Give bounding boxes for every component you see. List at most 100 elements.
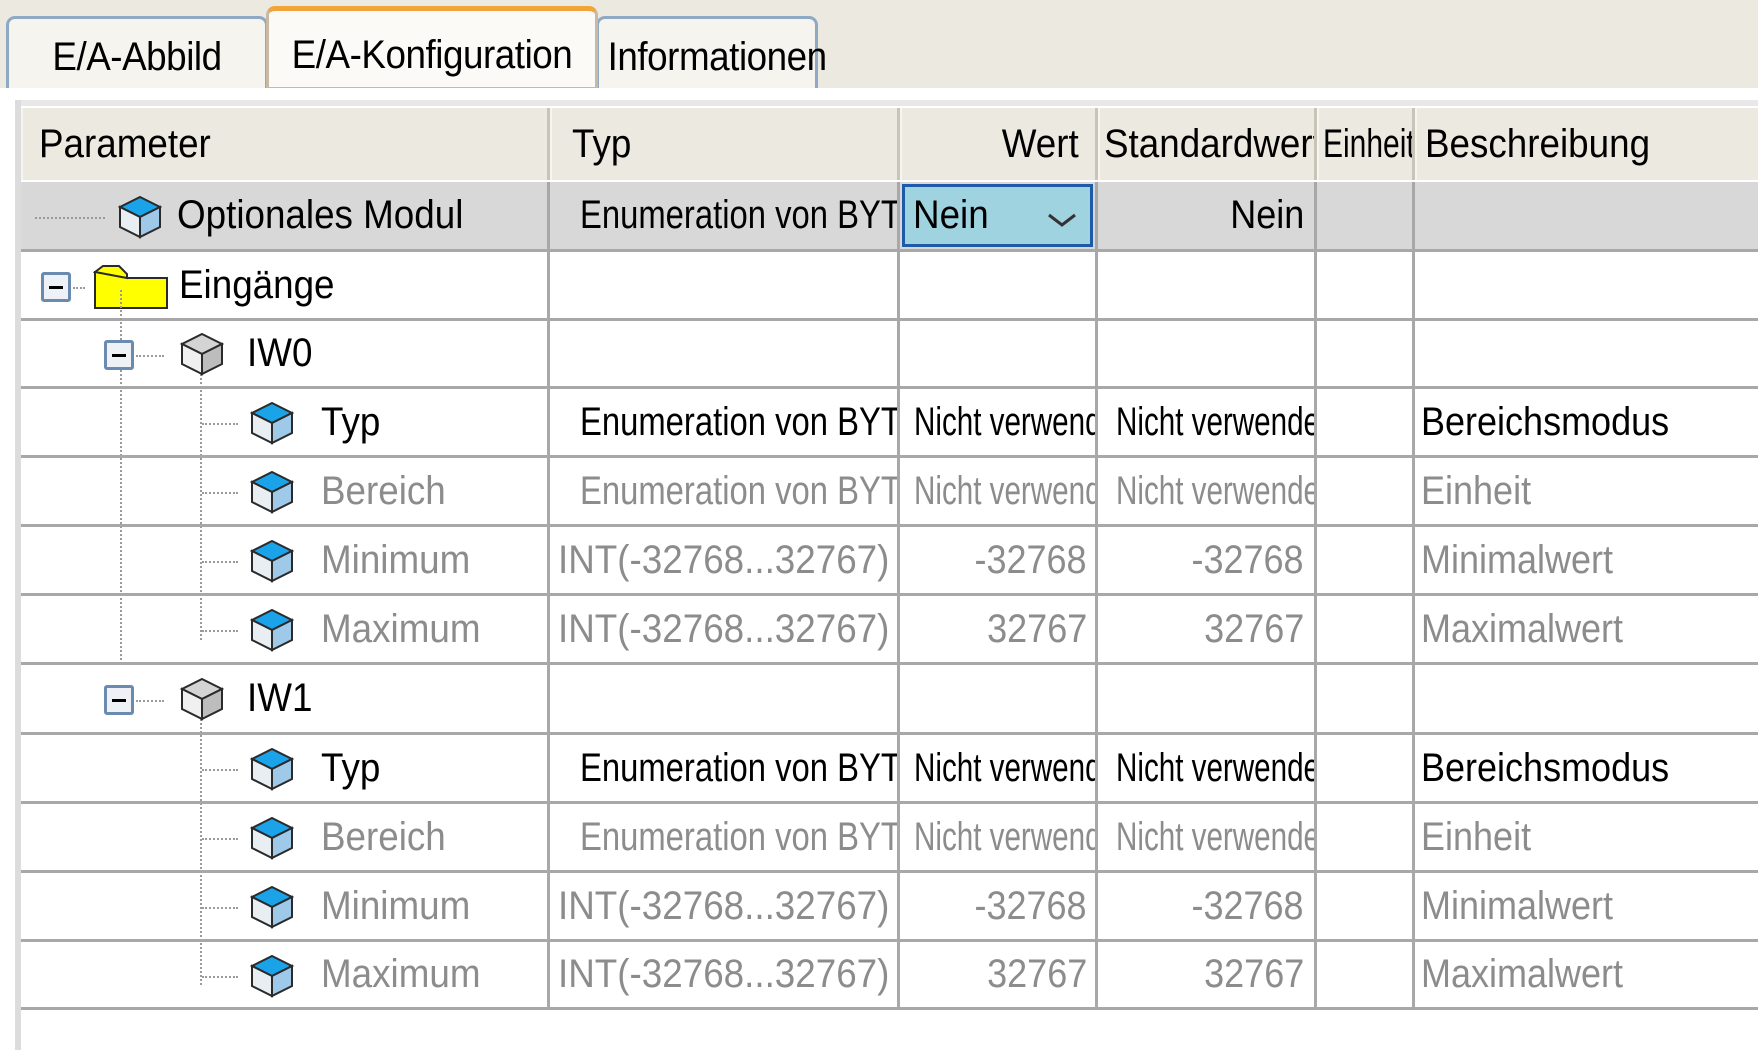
beschreibung-cell: Maximalwert (1421, 606, 1624, 651)
tree-connector (202, 976, 238, 978)
table-row-iw1-typ[interactable]: Typ Enumeration von BYTE Nicht verwendet… (21, 735, 1758, 804)
standardwert-cell: Nicht verwendet (1098, 389, 1317, 455)
parameter-cell: Typ (21, 735, 550, 801)
column-header-wert[interactable]: Wert (900, 108, 1098, 180)
column-header-beschreibung[interactable]: Beschreibung (1415, 108, 1758, 180)
tree-connector (202, 907, 238, 909)
parameter-cube-icon (249, 608, 295, 652)
grid-top-border (15, 100, 1758, 106)
standardwert-cell (1098, 665, 1317, 732)
standardwert-cell: Nicht verwendet (1098, 735, 1317, 801)
tree-label: Typ (321, 399, 381, 444)
typ-cell: Enumeration von BYTE (550, 804, 900, 870)
column-header-typ[interactable]: Typ (550, 108, 900, 180)
beschreibung-cell: Bereichsmodus (1421, 399, 1670, 444)
table-row-eingaenge[interactable]: Eingänge (21, 252, 1758, 321)
wert-dropdown[interactable]: Nein (902, 184, 1093, 247)
einheit-cell (1317, 389, 1415, 455)
tab-ea-abbild[interactable]: E/A-Abbild (6, 16, 268, 90)
wert-cell[interactable]: Nicht verwendet (900, 735, 1098, 801)
tree-label: IW1 (247, 676, 313, 720)
table-row-iw1[interactable]: IW1 (21, 665, 1758, 735)
beschreibung-cell (1415, 252, 1758, 318)
wert-cell[interactable]: 32767 (900, 942, 1098, 1007)
tree-connector (136, 700, 164, 702)
typ-cell: INT(-32768...32767) (550, 873, 900, 939)
standardwert-cell: 32767 (1098, 596, 1317, 662)
einheit-cell (1317, 596, 1415, 662)
parameter-cube-icon (249, 747, 295, 791)
parameter-cube-icon (249, 401, 295, 445)
tree-label: Minimum (321, 883, 471, 928)
tree-label: Maximum (321, 952, 481, 996)
wert-cell[interactable]: 32767 (900, 596, 1098, 662)
einheit-cell (1317, 527, 1415, 593)
tree-label: Bereich (321, 814, 446, 859)
standardwert-cell (1098, 321, 1317, 386)
einheit-cell (1317, 804, 1415, 870)
parameter-cube-icon (249, 470, 295, 514)
tree-label: Minimum (321, 537, 471, 582)
table-row-iw0-typ[interactable]: Typ Enumeration von BYTE Nicht verwendet… (21, 389, 1758, 458)
parameter-cell: Optionales Modul (21, 182, 550, 249)
standardwert-cell: -32768 (1098, 873, 1317, 939)
beschreibung-cell (1415, 665, 1758, 732)
einheit-cell (1317, 182, 1415, 249)
wert-cell[interactable]: Nicht verwendet (900, 804, 1098, 870)
column-header-einheit[interactable]: Einheit (1317, 108, 1415, 180)
standardwert-cell: Nein (1098, 182, 1317, 249)
beschreibung-cell: Maximalwert (1421, 952, 1624, 996)
tree-connector (136, 355, 164, 357)
table-row-iw1-minimum[interactable]: Minimum INT(-32768...32767) -32768 -3276… (21, 873, 1758, 942)
chevron-down-icon[interactable] (1046, 211, 1078, 229)
collapse-toggle-icon[interactable] (104, 340, 134, 370)
tab-label: E/A-Konfiguration (291, 33, 573, 77)
tab-informationen[interactable]: Informationen (596, 16, 827, 90)
collapse-toggle-icon[interactable] (104, 685, 134, 715)
beschreibung-cell: Minimalwert (1421, 883, 1614, 928)
beschreibung-cell: Minimalwert (1421, 537, 1614, 582)
column-header-parameter[interactable]: Parameter (21, 108, 550, 180)
typ-cell (550, 321, 900, 386)
typ-cell: INT(-32768...32767) (550, 527, 900, 593)
wert-cell[interactable]: -32768 (900, 527, 1098, 593)
wert-cell (900, 252, 1098, 318)
tree-connector (202, 769, 238, 771)
tree-label: Bereich (321, 468, 446, 513)
beschreibung-cell: Einheit (1421, 468, 1532, 513)
tree-connector (73, 287, 85, 289)
tree-connector (202, 423, 238, 425)
standardwert-cell: -32768 (1098, 527, 1317, 593)
parameter-cell: Minimum (21, 527, 550, 593)
standardwert-cell (1098, 252, 1317, 318)
column-header-standardwert[interactable]: Standardwert (1098, 108, 1317, 180)
wert-cell[interactable]: Nicht verwendet (900, 389, 1098, 455)
table-row-optionales-modul[interactable]: Optionales Modul Enumeration von BYTE Ne… (21, 182, 1758, 252)
table-row-iw0[interactable]: IW0 (21, 321, 1758, 389)
wert-cell (900, 665, 1098, 732)
typ-cell: Enumeration von BYTE (550, 182, 900, 249)
typ-cell (550, 252, 900, 318)
table-row-iw0-minimum[interactable]: Minimum INT(-32768...32767) -32768 -3276… (21, 527, 1758, 596)
einheit-cell (1317, 942, 1415, 1007)
tree-connector (202, 630, 238, 632)
wert-cell[interactable]: Nicht verwendet (900, 458, 1098, 524)
typ-cell: Enumeration von BYTE (550, 735, 900, 801)
typ-cell: INT(-32768...32767) (550, 942, 900, 1007)
einheit-cell (1317, 665, 1415, 732)
tab-strip: E/A-Abbild Informationen E/A-Konfigurati… (0, 0, 1758, 90)
table-row-iw1-bereich[interactable]: Bereich Enumeration von BYTE Nicht verwe… (21, 804, 1758, 873)
table-row-iw1-maximum[interactable]: Maximum INT(-32768...32767) 32767 32767 … (21, 942, 1758, 1010)
tree-label: Maximum (321, 606, 481, 651)
tab-ea-konfiguration[interactable]: E/A-Konfiguration (266, 6, 598, 90)
wert-cell[interactable]: Nein (900, 182, 1098, 249)
parameter-cube-icon (249, 539, 295, 583)
parameter-cell: Eingänge (21, 252, 550, 318)
table-row-iw0-maximum[interactable]: Maximum INT(-32768...32767) 32767 32767 … (21, 596, 1758, 665)
table-row-iw0-bereich[interactable]: Bereich Enumeration von BYTE Nicht verwe… (21, 458, 1758, 527)
beschreibung-cell: Einheit (1421, 814, 1532, 859)
collapse-toggle-icon[interactable] (41, 272, 71, 302)
beschreibung-cell (1415, 321, 1758, 386)
wert-cell[interactable]: -32768 (900, 873, 1098, 939)
parameter-cell: IW1 (21, 665, 550, 732)
